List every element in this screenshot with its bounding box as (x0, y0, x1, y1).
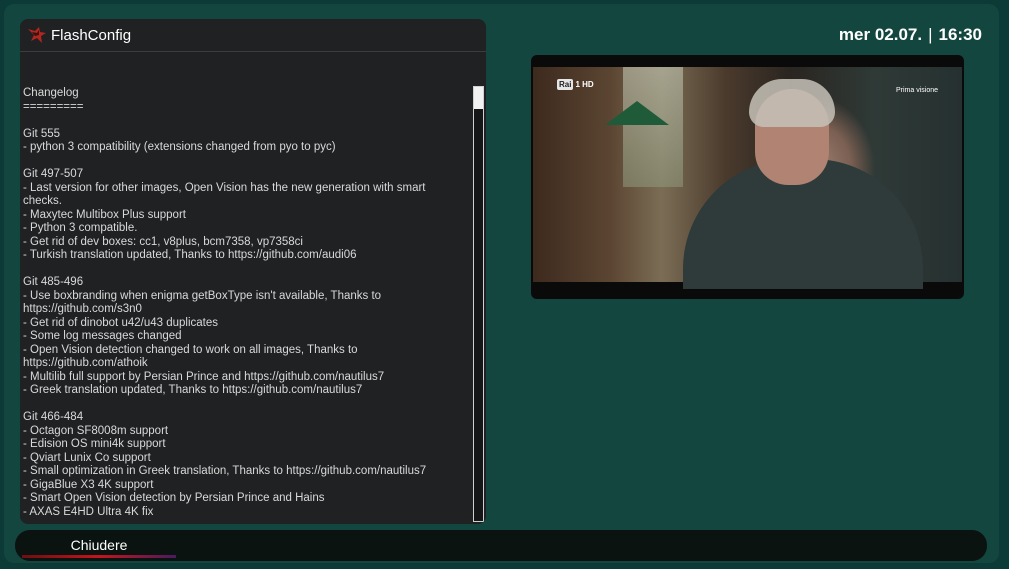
changelog-line: - Octagon SF8008m support (23, 424, 169, 437)
changelog-line: - Multilib full support by Persian Princ… (23, 370, 385, 383)
changelog-line: - Maxytec Multibox Plus support (23, 208, 186, 221)
window-titlebar: FlashConfig (20, 19, 486, 52)
scrollbar-thumb[interactable] (474, 87, 483, 109)
changelog-line: - Open Vision detection changed to work … (23, 343, 361, 370)
video-preview: Rai 1 HD Prima visione (531, 55, 964, 299)
video-lamp (605, 101, 669, 125)
changelog-line: - Small optimization in Greek translatio… (23, 465, 427, 477)
changelog-line: - Greek translation updated, Thanks to h… (23, 384, 363, 396)
close-button-red-indicator (22, 555, 176, 558)
changelog-line: - Get rid of dev boxes: cc1, v8plus, bcm… (23, 235, 303, 248)
channel-logo: Rai 1 HD (557, 79, 594, 90)
changelog-line: - Python 3 compatible. (23, 222, 138, 234)
window-title: FlashConfig (51, 26, 132, 44)
bottom-bar: Chiudere (15, 530, 987, 561)
changelog-line: Git 466-484 (23, 411, 84, 423)
changelog-line: - GigaBlue X3 4K support (23, 478, 154, 491)
channel-logo-number: 1 HD (575, 80, 594, 89)
video-person-hair (749, 79, 835, 127)
changelog-line: - Turkish translation updated, Thanks to… (23, 249, 357, 261)
changelog-line: - Get rid of dinobot u42/u43 duplicates (23, 316, 218, 329)
changelog-text: Changelog ========= Git 555 - python 3 c… (23, 87, 467, 521)
changelog-line: - Some log messages changed (23, 330, 182, 342)
changelog-scrollbar[interactable] (473, 86, 484, 522)
changelog-line: - Edision OS mini4k support (23, 438, 166, 450)
channel-logo-name: Rai (557, 79, 574, 90)
changelog-line: - Qviart Lunix Co support (23, 451, 151, 464)
clock: mer 02.07. | 16:30 (839, 25, 982, 45)
clock-time: 16:30 (938, 25, 982, 44)
changelog-line: Git 555 (23, 127, 61, 140)
clock-separator: | (928, 25, 933, 44)
video-frame: Rai 1 HD Prima visione (533, 67, 962, 289)
changelog-line: - Smart Open Vision detection by Persian… (23, 492, 325, 504)
changelog-line: Changelog (23, 87, 79, 99)
changelog-line: ========= (23, 100, 84, 113)
video-badge: Prima visione (895, 87, 938, 94)
changelog-line: - python 3 compatibility (extensions cha… (23, 141, 336, 153)
changelog-line: - Last version for other images, Open Vi… (23, 181, 429, 208)
video-window-light (623, 67, 683, 187)
changelog-line: - Use boxbranding when enigma getBoxType… (23, 289, 385, 316)
flashconfig-window: FlashConfig Changelog ========= Git 555 … (20, 19, 486, 524)
bird-logo-icon (28, 27, 46, 43)
changelog-line: Git 497-507 (23, 168, 84, 180)
clock-date: mer 02.07. (838, 25, 923, 44)
changelog-line: Git 485-496 (23, 276, 84, 288)
changelog-line: - AXAS E4HD Ultra 4K fix (23, 505, 154, 518)
